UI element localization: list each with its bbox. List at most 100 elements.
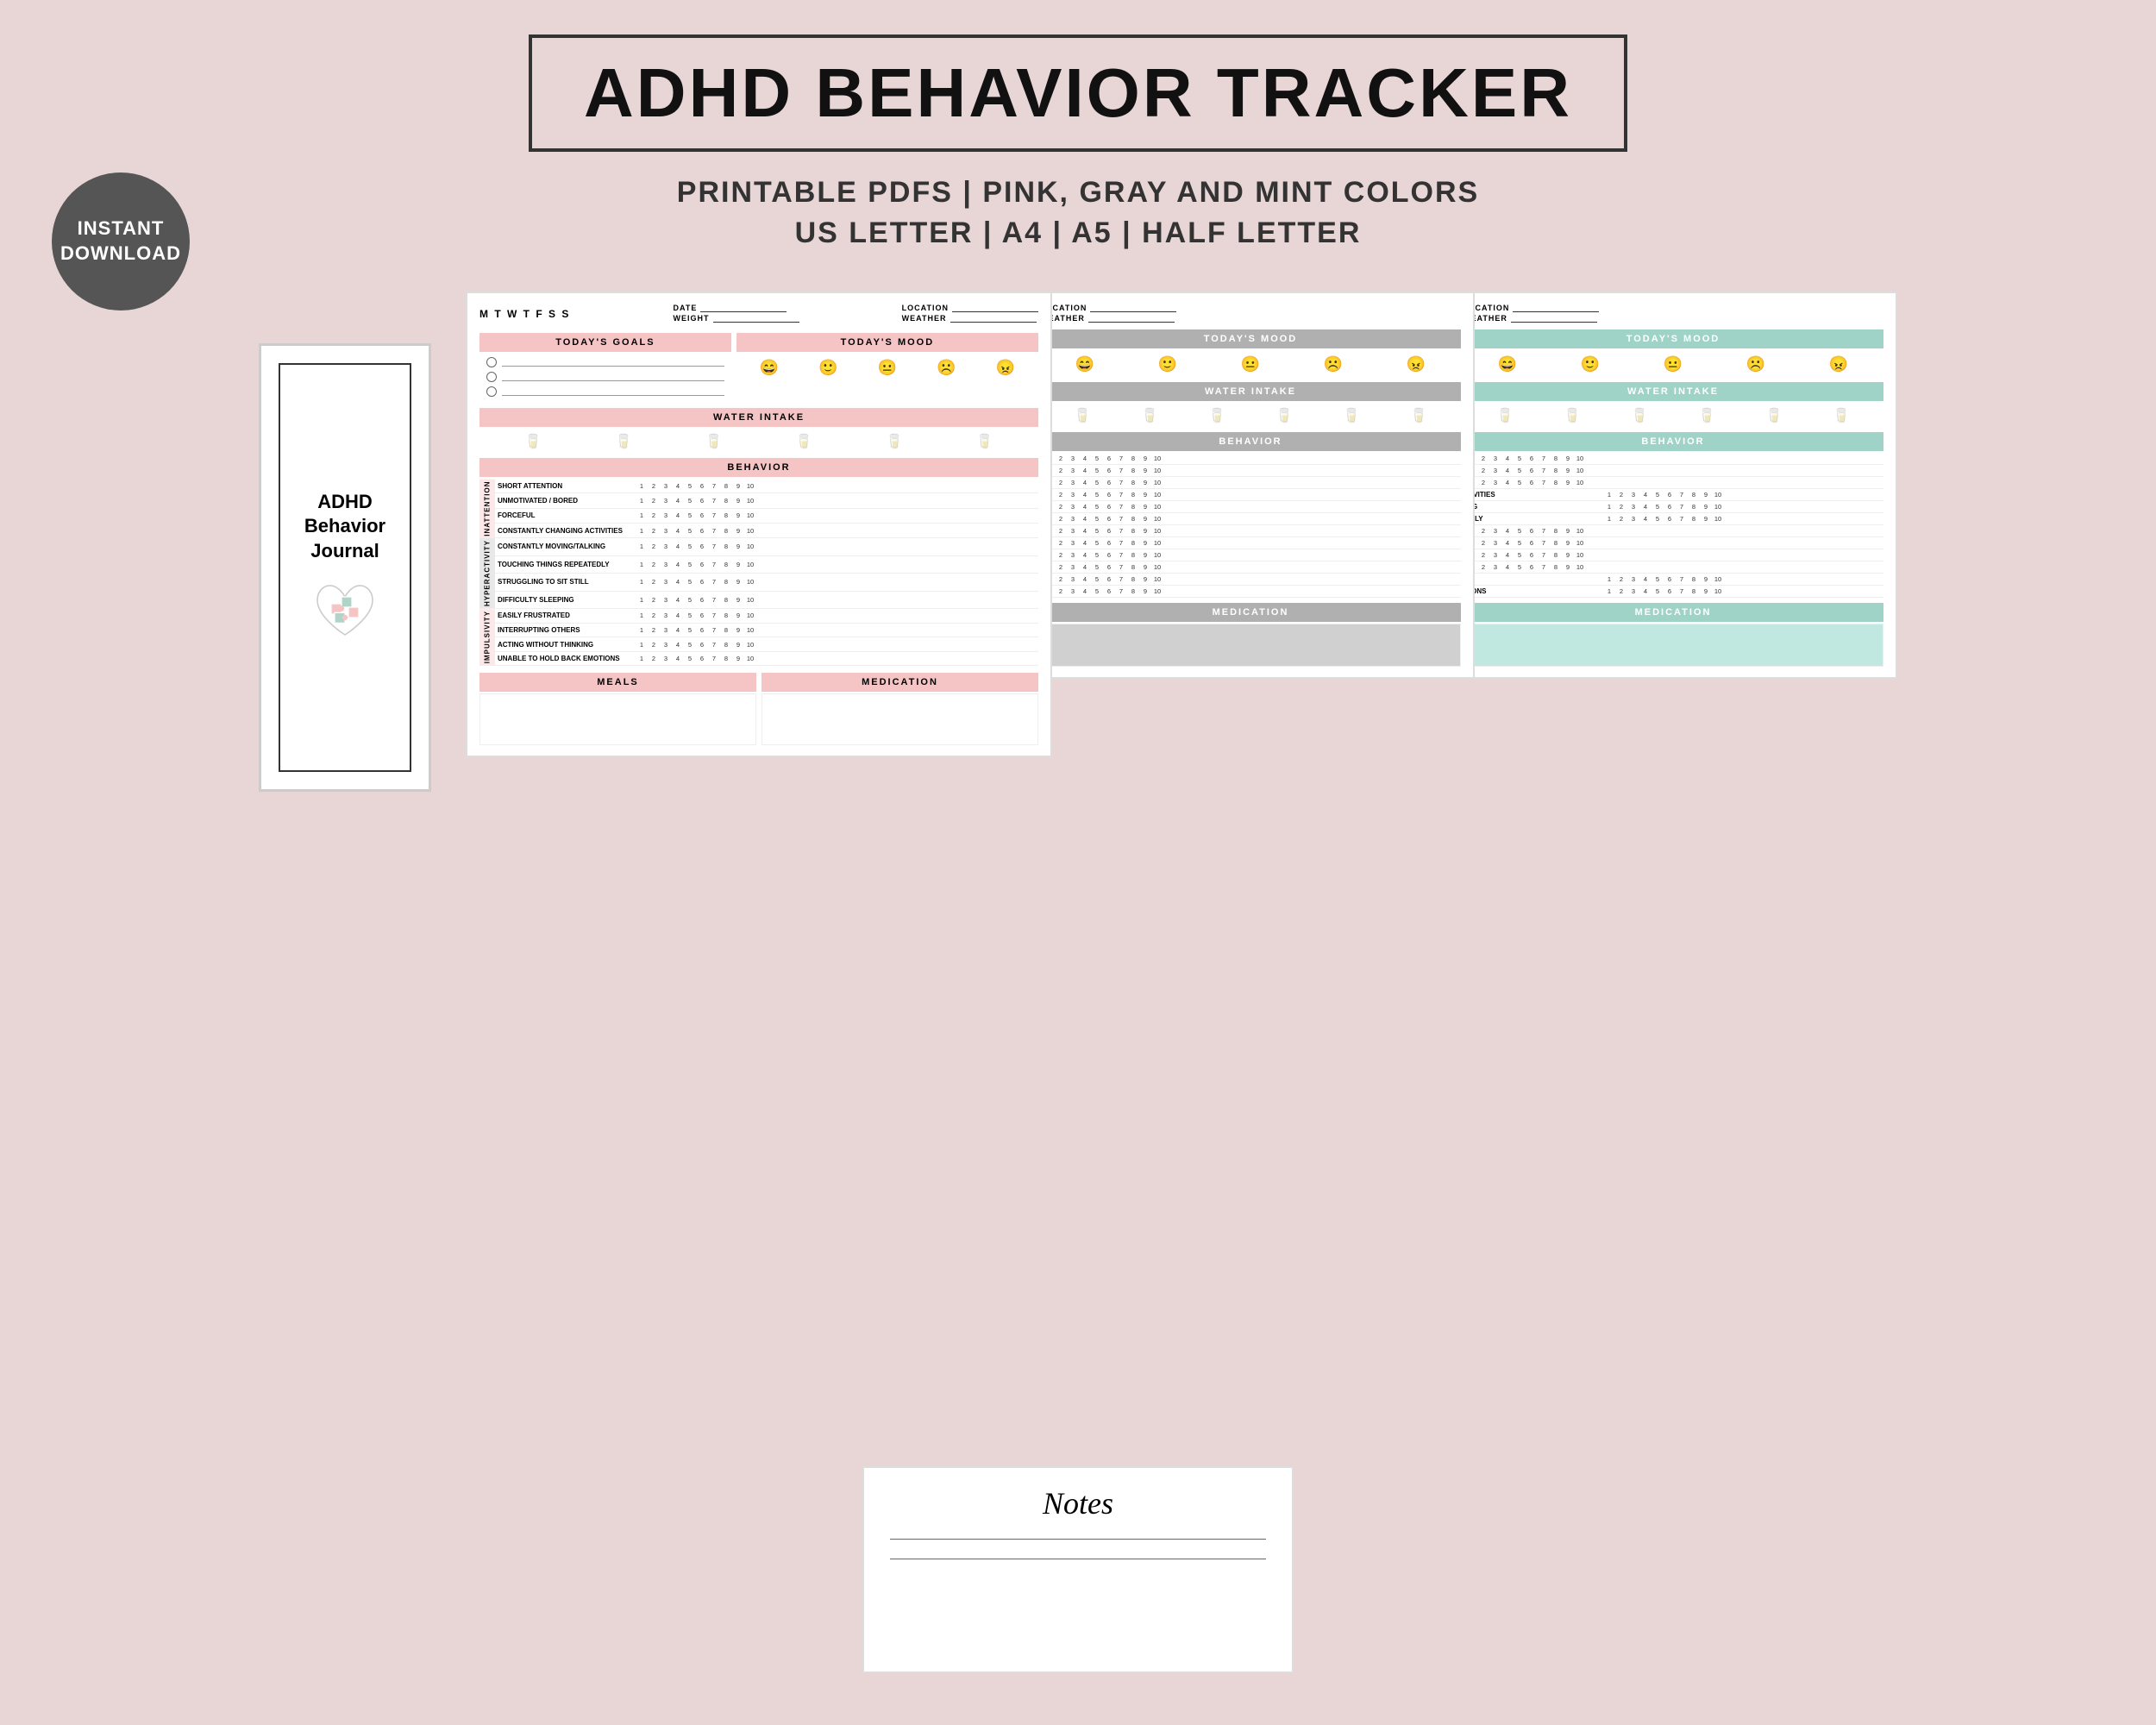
glass-g2: 🥛 (1141, 407, 1158, 424)
behavior-touching: TOUCHING THINGS REPEATEDLY (495, 555, 633, 574)
face-sad-gray: ☹️ (1324, 355, 1343, 373)
weather-underline (950, 314, 1037, 323)
face-happy: 😄 (760, 359, 779, 377)
numbers-7: 12345678910 (633, 574, 1038, 592)
impulsivity-row-2: INTERRUPTING OTHERS 12345678910 (479, 623, 1038, 637)
medication-mint-section: MEDICATION (1463, 603, 1883, 667)
medication-header-mint: MEDICATION (1463, 603, 1883, 622)
medication-content-mint (1463, 624, 1883, 667)
face-angry-gray: 😠 (1407, 355, 1426, 373)
medication-header-gray: MEDICATION (1040, 603, 1461, 622)
glass-g1: 🥛 (1074, 407, 1091, 424)
goal-item-3 (486, 386, 724, 397)
meals-box: MEALS (479, 669, 756, 745)
day-row-gray: LOCATION WEATHER (1040, 304, 1461, 324)
mint-activities: ITIVITIES (1463, 489, 1601, 501)
numbers-9: 12345678910 (633, 609, 1038, 624)
water-box: WATER INTAKE 🥛 🥛 🥛 🥛 🥛 🥛 (479, 408, 1038, 455)
numbers-1: 12345678910 (633, 479, 1038, 493)
day-row-mint: LOCATION WEATHER (1463, 304, 1883, 324)
mint-row-6: EDLY 12345678910 (1463, 513, 1883, 525)
behavior-header-mint: BEHAVIOR (1463, 432, 1883, 451)
water-glasses-mint: 🥛 🥛 🥛 🥛 🥛 🥛 (1463, 403, 1883, 429)
mint-row-8: 12345678910 (1463, 537, 1883, 549)
weather-field-mint: WEATHER (1463, 314, 1599, 323)
goal-item-2 (486, 372, 724, 382)
weather-underline-gray (1088, 314, 1175, 323)
behavior-header-gray: BEHAVIOR (1040, 432, 1461, 451)
medication-content-gray (1040, 624, 1461, 667)
hyperactivity-row-1: HYPERACTIVITY CONSTANTLY MOVING/TALKING … (479, 538, 1038, 556)
mood-faces-mint: 😄 🙂 😐 ☹️ 😠 (1463, 350, 1883, 379)
notes-title: Notes (1043, 1485, 1113, 1521)
mint-row-2: 12345678910 (1463, 465, 1883, 477)
impulsivity-label: IMPULSIVITY (479, 609, 495, 666)
behavior-sleeping: DIFFICULTY SLEEPING (495, 591, 633, 609)
glass-m2: 🥛 (1564, 407, 1581, 424)
gray-imp-2: 12345678910 (1040, 561, 1461, 574)
cards-container: ADHDBehaviorJournal M T W T F S S (0, 292, 2156, 792)
notes-lines (890, 1539, 1266, 1578)
gray-hyper-3: 12345678910 (1040, 525, 1461, 537)
numbers-3: 12345678910 (633, 508, 1038, 523)
face-angry-mint: 😠 (1829, 355, 1848, 373)
behavior-header: BEHAVIOR (479, 458, 1038, 477)
behavior-moving-talking: CONSTANTLY MOVING/TALKING (495, 538, 633, 556)
gray-hyper-2: 12345678910 (1040, 513, 1461, 525)
mood-faces: 😄 🙂 😐 ☹️ 😠 (736, 354, 1038, 382)
inattention-row-2: UNMOTIVATED / BORED 12345678910 (479, 493, 1038, 508)
impulsivity-row-3: ACTING WITHOUT THINKING 12345678910 (479, 637, 1038, 652)
face-happy-mint: 😄 (1498, 355, 1517, 373)
glass-m6: 🥛 (1833, 407, 1850, 424)
inattention-row-4: CONSTANTLY CHANGING ACTIVITIES 123456789… (479, 523, 1038, 537)
location-underline-gray (1090, 304, 1176, 312)
numbers-6: 12345678910 (633, 555, 1038, 574)
location-weather-group: LOCATION WEATHER (902, 304, 1038, 324)
mood-header: TODAY'S MOOD (736, 333, 1038, 352)
gray-hyper-1: 12345678910 (1040, 501, 1461, 513)
face-angry: 😠 (996, 359, 1015, 377)
numbers-11: 12345678910 (633, 637, 1038, 652)
inattention-label: INATTENTION (479, 479, 495, 538)
badge-line2: DOWNLOAD (60, 242, 181, 267)
hyperactivity-row-2: TOUCHING THINGS REPEATEDLY 12345678910 (479, 555, 1038, 574)
date-underline (700, 304, 787, 312)
mint-row-11: G 12345678910 (1463, 574, 1883, 586)
location-field-gray: LOCATION (1040, 304, 1176, 312)
glass-6: 🥛 (976, 433, 993, 450)
face-smile-mint: 🙂 (1581, 355, 1600, 373)
face-smile-gray: 🙂 (1158, 355, 1177, 373)
glass-g5: 🥛 (1343, 407, 1360, 424)
face-sad: ☹️ (937, 359, 956, 377)
goals-mood-row: TODAY'S GOALS TODAY'S MOOD 😄 🙂 😐 ☹️ � (479, 329, 1038, 405)
behavior-sit-still: STRUGGLING TO SIT STILL (495, 574, 633, 592)
behavior-table: INATTENTION SHORT ATTENTION 12345678910 … (479, 479, 1038, 666)
location-underline (952, 304, 1038, 312)
face-sad-mint: ☹️ (1746, 355, 1765, 373)
gray-imp-3: 12345678910 (1040, 574, 1461, 586)
notes-card: Notes (862, 1466, 1294, 1673)
mood-header-gray: TODAY'S MOOD (1040, 329, 1461, 348)
goals-header: TODAY'S GOALS (479, 333, 731, 352)
notes-line-1 (890, 1539, 1266, 1540)
behavior-acting-without-thinking: ACTING WITHOUT THINKING (495, 637, 633, 652)
sheet-gray-content: LOCATION WEATHER TODAY'S MOOD 😄 🙂 😐 ☹️ 😠 (1028, 293, 1473, 677)
gray-hyper-4: 12345678910 (1040, 537, 1461, 549)
behavior-frustrated: EASILY FRUSTRATED (495, 609, 633, 624)
numbers-4: 12345678910 (633, 523, 1038, 537)
location-field-mint: LOCATION (1463, 304, 1599, 312)
gray-inattention-1: 12345678910 (1040, 453, 1461, 465)
meals-header: MEALS (479, 673, 756, 692)
mint-row-4: ITIVITIES 12345678910 (1463, 489, 1883, 501)
behavior-table-gray: 12345678910 12345678910 12345678910 1234… (1040, 453, 1461, 598)
mood-box: TODAY'S MOOD 😄 🙂 😐 ☹️ 😠 (736, 329, 1038, 405)
location-underline-mint (1513, 304, 1599, 312)
instant-download-badge: INSTANT DOWNLOAD (52, 172, 190, 310)
water-glasses-gray: 🥛 🥛 🥛 🥛 🥛 🥛 (1040, 403, 1461, 429)
behavior-table-mint: 12345678910 12345678910 12345678910 ITIV… (1463, 453, 1883, 598)
medication-gray-section: MEDICATION (1040, 603, 1461, 667)
goals-items (479, 354, 731, 405)
numbers-8: 12345678910 (633, 591, 1038, 609)
weight-underline (713, 314, 799, 323)
gray-inattention-3: 12345678910 (1040, 477, 1461, 489)
